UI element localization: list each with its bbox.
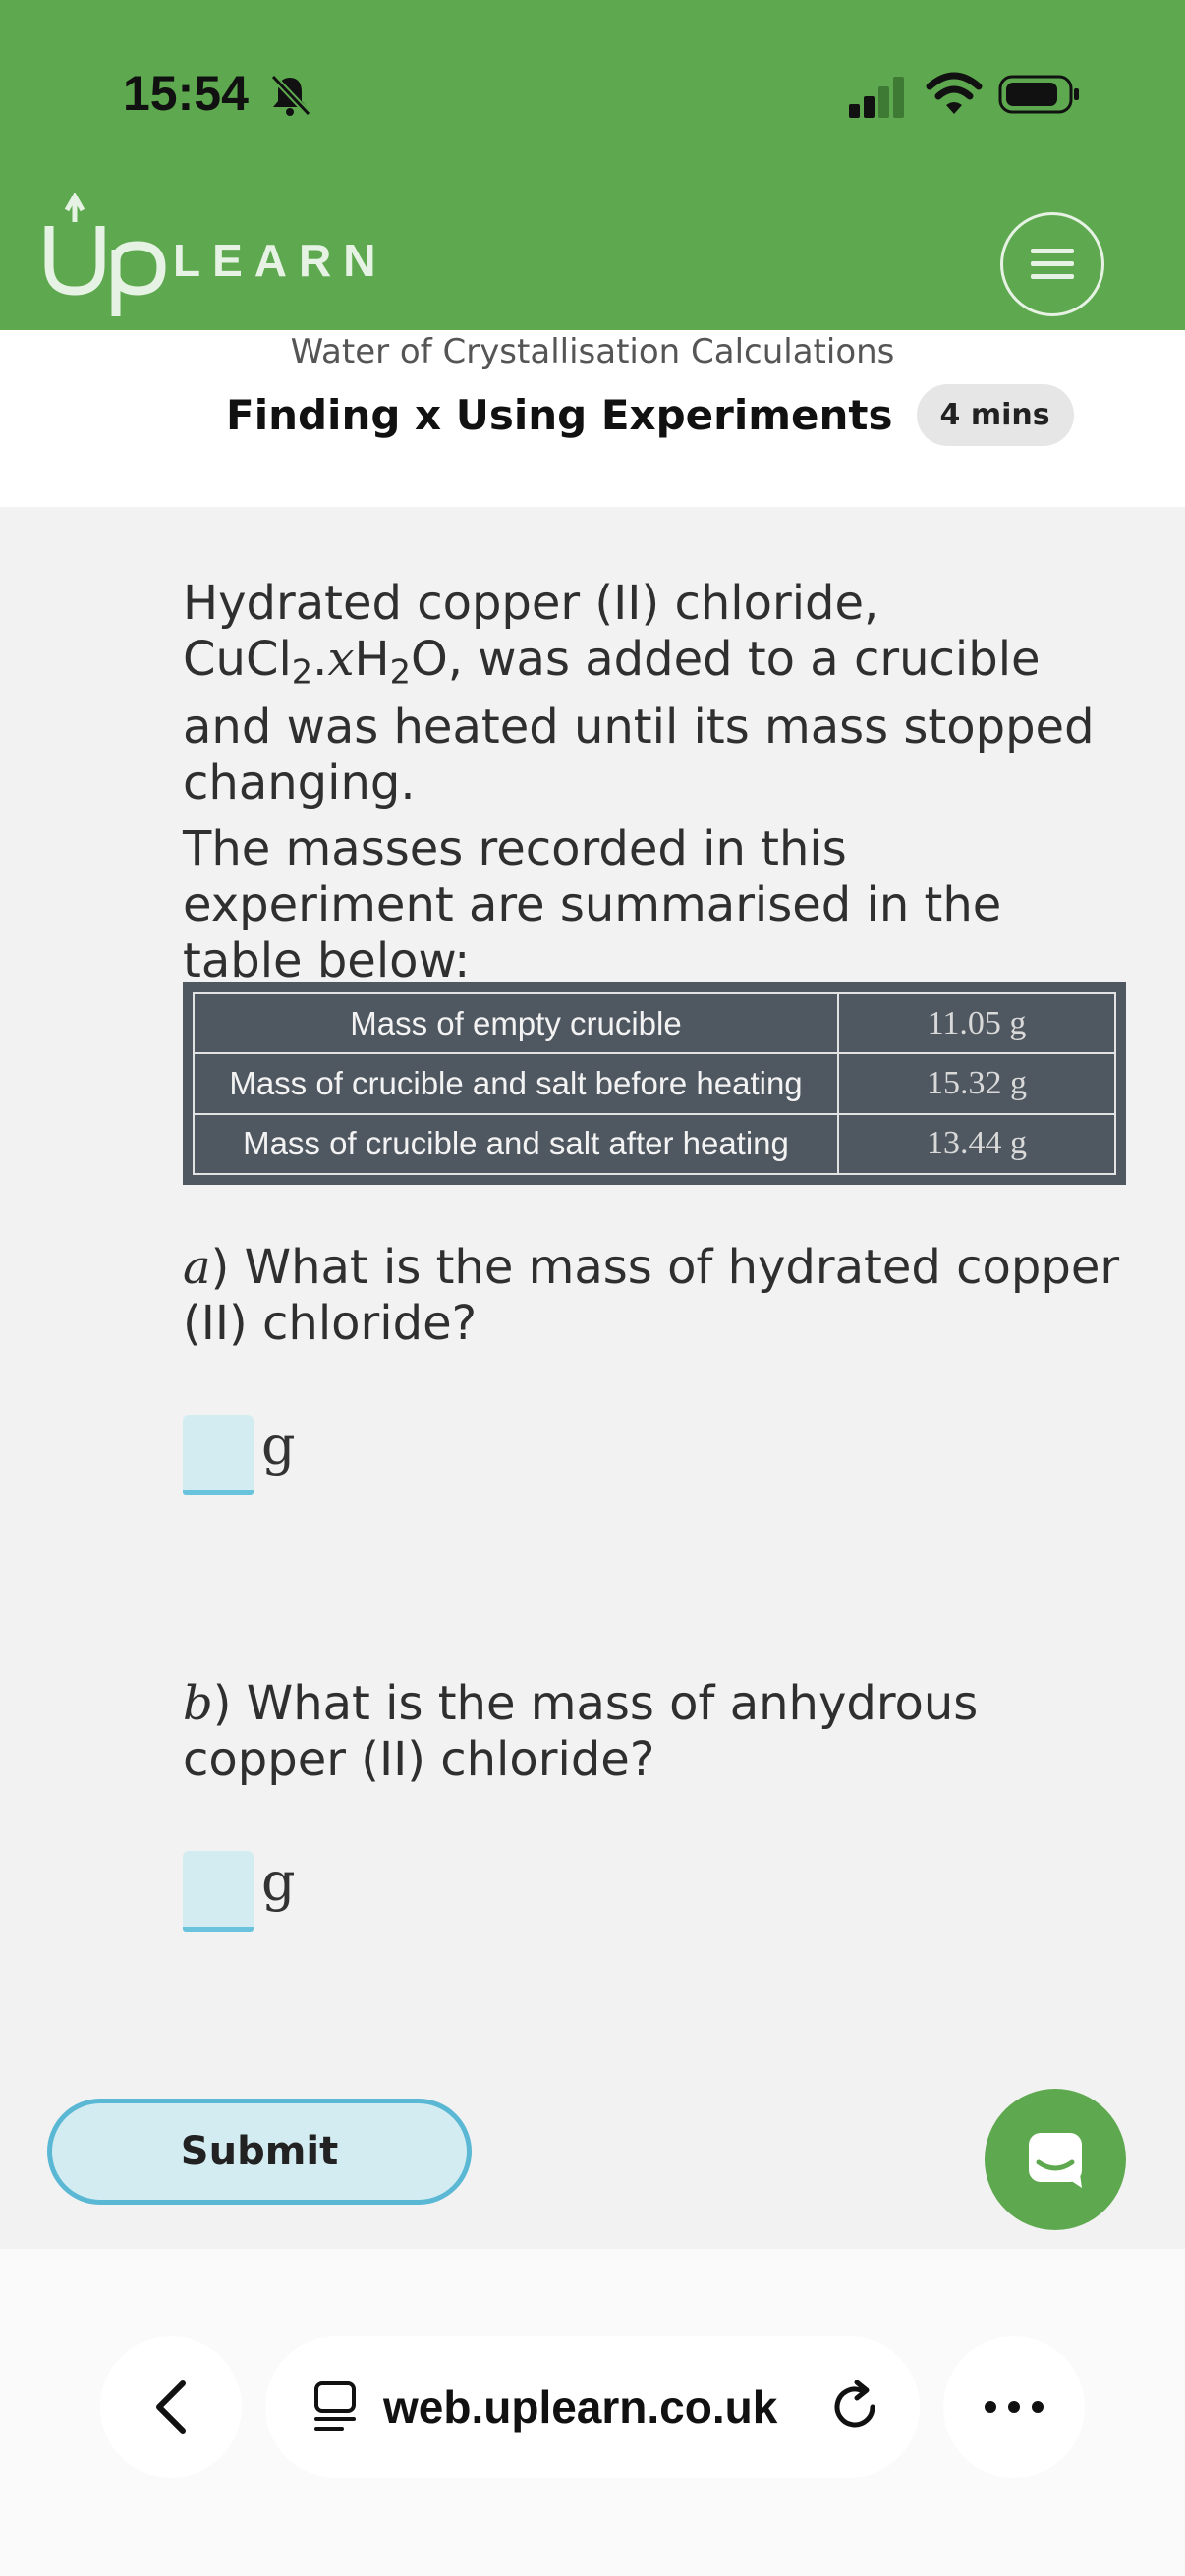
back-button[interactable] xyxy=(100,2336,242,2478)
question-part-b: b) What is the mass of anhydrous copper … xyxy=(183,1676,1126,1788)
chat-button[interactable] xyxy=(985,2089,1126,2230)
table-value: 13.44 g xyxy=(837,1112,1116,1176)
table-value: 15.32 g xyxy=(837,1052,1116,1115)
intro-subscript-1: 2 xyxy=(291,652,313,692)
table-value: 11.05 g xyxy=(837,991,1116,1055)
hamburger-icon xyxy=(1031,249,1074,279)
table-row: Mass of crucible and salt before heating… xyxy=(193,1052,1116,1115)
part-b-letter: b xyxy=(183,1676,213,1731)
brand-text: LEARN xyxy=(173,235,388,286)
chevron-left-icon xyxy=(156,2380,186,2434)
page-settings-icon xyxy=(314,2381,356,2431)
intro-dot: . xyxy=(312,632,328,687)
cellular-signal-icon xyxy=(849,77,904,118)
more-options-button[interactable] xyxy=(943,2336,1085,2478)
unit-label-b: g xyxy=(261,1851,296,1913)
table-label: Mass of crucible and salt after heating xyxy=(193,1112,839,1176)
part-b-text: What is the mass of anhydrous copper (II… xyxy=(183,1676,979,1787)
intro-subscript-2: 2 xyxy=(389,652,411,692)
chat-icon xyxy=(1029,2133,1082,2188)
topic-title: Water of Crystallisation Calculations xyxy=(290,332,895,371)
part-a-text: What is the mass of hydrated copper (II)… xyxy=(183,1240,1120,1351)
question-part-a: a) What is the mass of hydrated copper (… xyxy=(183,1240,1126,1352)
page: 15:54 LEARN Water of Crystallisation Cal… xyxy=(0,0,1185,2576)
mass-table: Mass of empty crucible 11.05 g Mass of c… xyxy=(183,982,1126,1185)
lesson-title: Finding x Using Experiments xyxy=(226,390,893,439)
question-intro: Hydrated copper (II) chloride, CuCl2.xH2… xyxy=(183,576,1126,812)
reload-icon[interactable] xyxy=(827,2380,882,2435)
bell-muted-icon xyxy=(270,74,311,117)
submit-button[interactable]: Submit xyxy=(47,2099,472,2205)
part-a-paren: ) xyxy=(210,1240,230,1295)
wifi-icon xyxy=(926,72,983,114)
intro-variable-x: x xyxy=(327,632,355,687)
menu-button[interactable] xyxy=(1000,212,1104,316)
table-label: Mass of empty crucible xyxy=(193,991,839,1055)
status-time: 15:54 xyxy=(123,66,249,121)
ellipsis-icon xyxy=(985,2401,1044,2413)
table-intro: The masses recorded in this experiment a… xyxy=(183,821,1002,988)
lesson-row: Finding x Using Experiments 4 mins xyxy=(226,379,1074,450)
part-b-paren: ) xyxy=(212,1676,232,1731)
answer-input-b[interactable] xyxy=(183,1851,254,1932)
url-text: web.uplearn.co.uk xyxy=(383,2381,778,2433)
address-bar[interactable]: web.uplearn.co.uk xyxy=(265,2336,920,2478)
part-a-letter: a xyxy=(183,1240,211,1295)
table-label: Mass of crucible and salt before heating xyxy=(193,1052,839,1115)
answer-input-a[interactable] xyxy=(183,1415,254,1495)
table-row: Mass of empty crucible 11.05 g xyxy=(193,991,1116,1055)
unit-label-a: g xyxy=(261,1415,296,1477)
table-row: Mass of crucible and salt after heating … xyxy=(193,1112,1116,1176)
duration-badge: 4 mins xyxy=(916,383,1074,446)
battery-icon xyxy=(998,75,1079,114)
intro-hydrogen: H xyxy=(354,632,390,687)
